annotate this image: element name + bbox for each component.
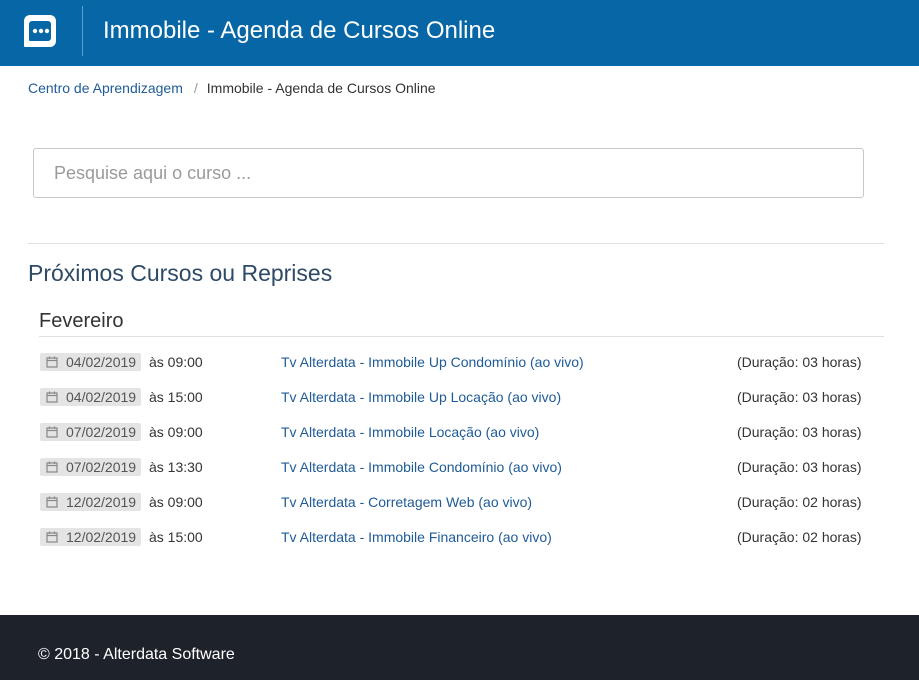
- course-list: 04/02/2019 às 09:00 Tv Alterdata - Immob…: [39, 345, 884, 555]
- course-link[interactable]: Tv Alterdata - Immobile Locação (ao vivo…: [281, 424, 539, 440]
- search-input[interactable]: [34, 149, 863, 197]
- calendar-icon: [46, 356, 58, 368]
- date-badge: 07/02/2019: [40, 423, 142, 441]
- course-time: às 15:00: [149, 389, 203, 405]
- date-badge: 07/02/2019: [40, 458, 142, 476]
- course-date: 12/02/2019: [66, 494, 137, 510]
- calendar-icon: [46, 426, 58, 438]
- chat-bubble-icon[interactable]: [22, 13, 58, 49]
- calendar-icon: [46, 531, 58, 543]
- breadcrumb: Centro de Aprendizagem / Immobile - Agenda…: [28, 80, 436, 96]
- course-link[interactable]: Tv Alterdata - Immobile Financeiro (ao v…: [281, 529, 552, 545]
- calendar-icon: [46, 496, 58, 508]
- calendar-icon: [46, 391, 58, 403]
- course-row: 07/02/2019 às 13:30 Tv Alterdata - Immob…: [39, 450, 884, 485]
- course-time: às 15:00: [149, 529, 203, 545]
- course-link[interactable]: Tv Alterdata - Immobile Up Condomínio (a…: [281, 354, 584, 370]
- breadcrumb-separator: /: [193, 80, 198, 96]
- header-divider: [82, 6, 83, 56]
- course-link[interactable]: Tv Alterdata - Immobile Condomínio (ao v…: [281, 459, 562, 475]
- section-title: Próximos Cursos ou Reprises: [28, 260, 333, 286]
- course-row: 04/02/2019 às 15:00 Tv Alterdata - Immob…: [39, 380, 884, 415]
- course-date: 12/02/2019: [66, 529, 137, 545]
- course-row: 12/02/2019 às 09:00 Tv Alterdata - Corre…: [39, 485, 884, 520]
- course-duration: (Duração: 03 horas): [737, 459, 862, 475]
- course-link[interactable]: Tv Alterdata - Immobile Up Locação (ao v…: [281, 389, 561, 405]
- copyright-text: © 2018 - Alterdata Software: [38, 646, 235, 663]
- course-row: 07/02/2019 às 09:00 Tv Alterdata - Immob…: [39, 415, 884, 450]
- course-date: 04/02/2019: [66, 354, 137, 370]
- course-date: 04/02/2019: [66, 389, 137, 405]
- course-time: às 09:00: [149, 494, 203, 510]
- date-badge: 04/02/2019: [40, 388, 142, 406]
- breadcrumb-link-learning-center[interactable]: Centro de Aprendizagem: [28, 80, 183, 96]
- breadcrumb-current: Immobile - Agenda de Cursos Online: [206, 80, 436, 96]
- course-date: 07/02/2019: [66, 459, 137, 475]
- divider: [28, 243, 884, 244]
- date-badge: 04/02/2019: [40, 353, 142, 371]
- page-title: Immobile - Agenda de Cursos Online: [103, 17, 496, 44]
- course-link[interactable]: Tv Alterdata - Corretagem Web (ao vivo): [281, 494, 532, 510]
- course-duration: (Duração: 02 horas): [737, 494, 862, 510]
- page-footer: © 2018 - Alterdata Software: [0, 615, 919, 680]
- course-time: às 13:30: [149, 459, 203, 475]
- calendar-icon: [46, 461, 58, 473]
- course-date: 07/02/2019: [66, 424, 137, 440]
- course-duration: (Duração: 03 horas): [737, 389, 862, 405]
- course-time: às 09:00: [149, 354, 203, 370]
- course-row: 12/02/2019 às 15:00 Tv Alterdata - Immob…: [39, 520, 884, 555]
- course-duration: (Duração: 02 horas): [737, 529, 862, 545]
- course-time: às 09:00: [149, 424, 203, 440]
- course-duration: (Duração: 03 horas): [737, 354, 862, 370]
- search-box: [33, 148, 864, 198]
- course-row: 04/02/2019 às 09:00 Tv Alterdata - Immob…: [39, 345, 884, 380]
- date-badge: 12/02/2019: [40, 528, 142, 546]
- course-duration: (Duração: 03 horas): [737, 424, 862, 440]
- month-divider: [39, 336, 884, 337]
- date-badge: 12/02/2019: [40, 493, 142, 511]
- month-heading: Fevereiro: [39, 310, 124, 332]
- page-header: Immobile - Agenda de Cursos Online: [0, 0, 919, 66]
